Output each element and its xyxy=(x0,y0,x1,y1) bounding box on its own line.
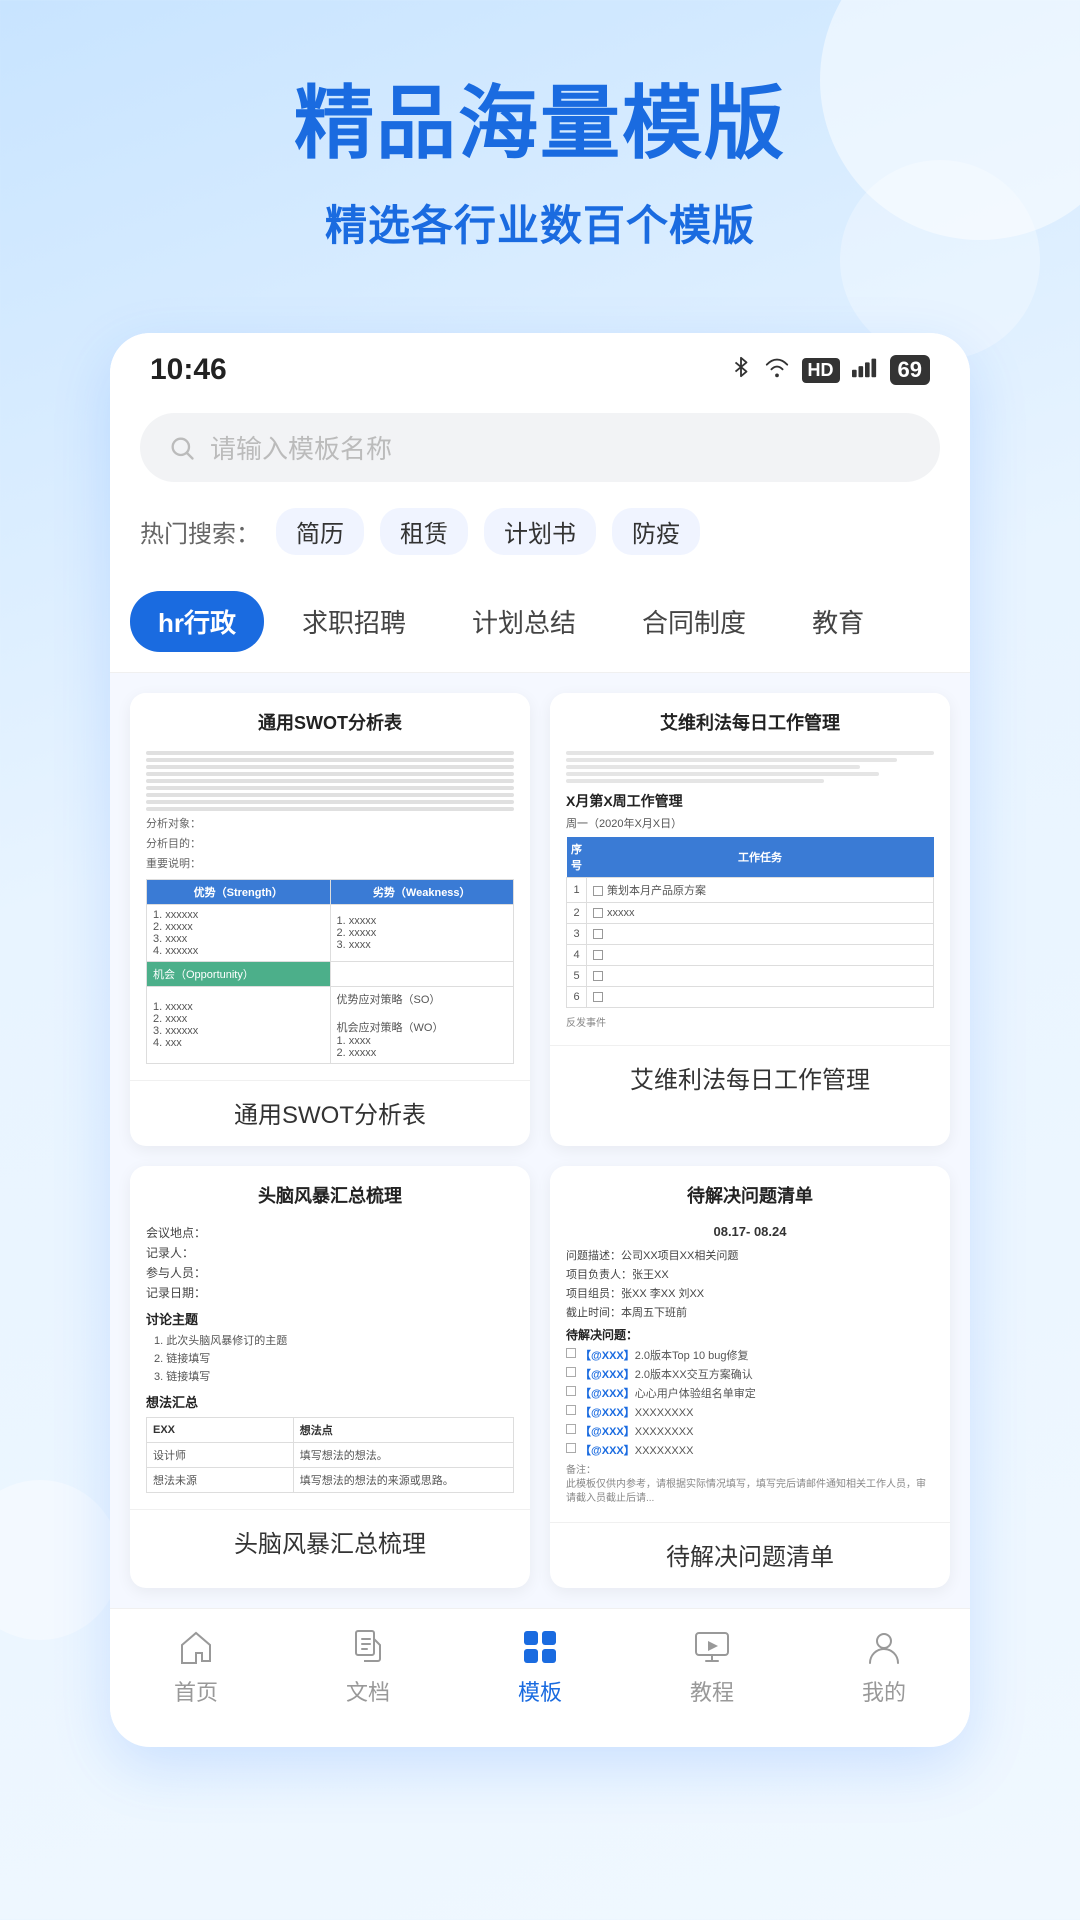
bg-decoration-3 xyxy=(0,1480,120,1640)
hot-search-label: 热门搜索： xyxy=(140,514,260,549)
home-icon xyxy=(174,1625,218,1669)
tab-contract[interactable]: 合同制度 xyxy=(614,591,774,652)
tutorials-icon xyxy=(690,1625,734,1669)
swot-label: 通用SWOT分析表 xyxy=(130,1081,530,1146)
hot-tag-resume[interactable]: 简历 xyxy=(276,508,364,555)
template-card-swot[interactable]: 通用SWOT分析表 分析对象： 分析目的： 重要说明： xyxy=(130,693,530,1146)
bluetooth-icon xyxy=(730,356,752,384)
template-preview-swot: 通用SWOT分析表 分析对象： 分析目的： 重要说明： xyxy=(130,693,530,1081)
status-bar: 10:46 HD xyxy=(110,333,970,397)
hot-tag-epidemic[interactable]: 防疫 xyxy=(612,508,700,555)
nav-mine-label: 我的 xyxy=(862,1675,906,1707)
tab-plan[interactable]: 计划总结 xyxy=(444,591,604,652)
signal-icon xyxy=(852,356,878,384)
category-tabs: hr行政 求职招聘 计划总结 合同制度 教育 xyxy=(110,571,970,673)
nav-tutorials[interactable]: 教程 xyxy=(652,1625,772,1707)
search-bar[interactable]: 请输入模板名称 xyxy=(140,413,940,482)
nav-docs[interactable]: 文档 xyxy=(308,1625,428,1707)
nav-home[interactable]: 首页 xyxy=(136,1625,256,1707)
template-card-todo[interactable]: 待解决问题清单 08.17- 08.24 问题描述：公司XX项目XX相关问题 项… xyxy=(550,1166,950,1588)
tab-hr[interactable]: hr行政 xyxy=(130,591,264,652)
nav-tutorials-label: 教程 xyxy=(690,1675,734,1707)
hero-subtitle: 精选各行业数百个模版 xyxy=(60,192,1020,253)
phone-mockup: 10:46 HD xyxy=(110,333,970,1747)
template-preview-aweili: 艾维利法每日工作管理 X月第X周工作管理 周一（2020年X月X日） 序号 工作… xyxy=(550,693,950,1046)
search-placeholder: 请输入模板名称 xyxy=(210,429,392,466)
nav-home-label: 首页 xyxy=(174,1675,218,1707)
nav-templates-label: 模板 xyxy=(518,1675,562,1707)
tab-edu[interactable]: 教育 xyxy=(784,591,892,652)
bottom-nav: 首页 文档 模板 xyxy=(110,1608,970,1727)
nav-docs-label: 文档 xyxy=(346,1675,390,1707)
status-time: 10:46 xyxy=(150,353,227,387)
hot-tag-plan[interactable]: 计划书 xyxy=(484,508,596,555)
mine-icon xyxy=(862,1625,906,1669)
hero-section: 精品海量模版 精选各行业数百个模版 xyxy=(0,0,1080,293)
battery-icon: 69 xyxy=(890,355,930,385)
template-preview-todo: 待解决问题清单 08.17- 08.24 问题描述：公司XX项目XX相关问题 项… xyxy=(550,1166,950,1523)
aweili-title: 艾维利法每日工作管理 xyxy=(566,709,934,741)
nav-templates[interactable]: 模板 xyxy=(480,1625,600,1707)
todo-title: 待解决问题清单 xyxy=(566,1182,934,1214)
todo-label: 待解决问题清单 xyxy=(550,1523,950,1588)
brainstorm-title: 头脑风暴汇总梳理 xyxy=(146,1182,514,1214)
hd-icon: HD xyxy=(802,358,840,383)
brainstorm-label: 头脑风暴汇总梳理 xyxy=(130,1510,530,1575)
hot-search: 热门搜索： 简历 租赁 计划书 防疫 xyxy=(110,492,970,571)
template-card-brainstorm[interactable]: 头脑风暴汇总梳理 会议地点： 记录人： 参与人员： 记录日期： 讨论主题 1. … xyxy=(130,1166,530,1588)
templates-icon xyxy=(518,1625,562,1669)
hot-tag-rental[interactable]: 租赁 xyxy=(380,508,468,555)
template-preview-brainstorm: 头脑风暴汇总梳理 会议地点： 记录人： 参与人员： 记录日期： 讨论主题 1. … xyxy=(130,1166,530,1510)
template-card-aweili[interactable]: 艾维利法每日工作管理 X月第X周工作管理 周一（2020年X月X日） 序号 工作… xyxy=(550,693,950,1146)
nav-mine[interactable]: 我的 xyxy=(824,1625,944,1707)
search-icon xyxy=(168,434,196,462)
swot-title: 通用SWOT分析表 xyxy=(146,709,514,741)
template-grid: 通用SWOT分析表 分析对象： 分析目的： 重要说明： xyxy=(110,673,970,1608)
docs-icon xyxy=(346,1625,390,1669)
wifi-icon xyxy=(764,356,790,384)
hero-title: 精品海量模版 xyxy=(60,80,1020,168)
status-icons: HD 69 xyxy=(730,355,930,385)
tab-job[interactable]: 求职招聘 xyxy=(274,591,434,652)
search-section: 请输入模板名称 xyxy=(110,397,970,492)
aweili-label: 艾维利法每日工作管理 xyxy=(550,1046,950,1111)
